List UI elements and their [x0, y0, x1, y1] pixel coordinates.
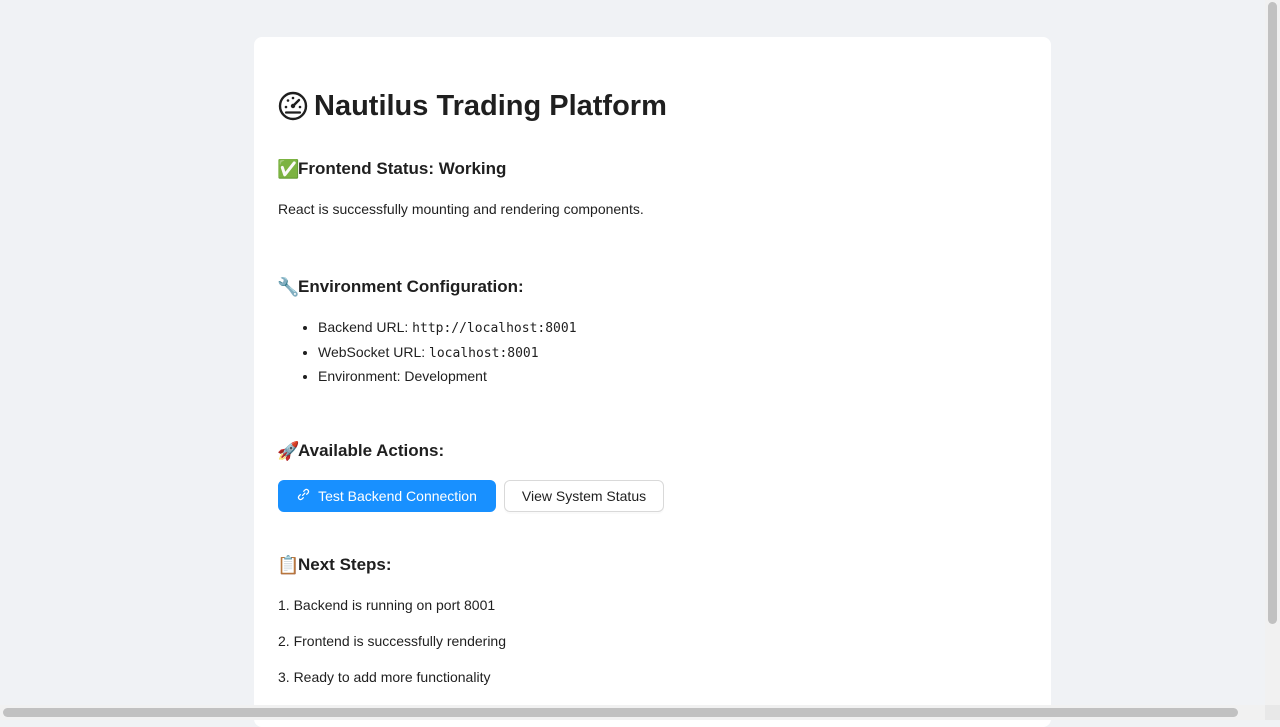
link-icon	[297, 488, 310, 504]
frontend-status-description: React is successfully mounting and rende…	[278, 201, 644, 217]
view-system-status-label: View System Status	[521, 488, 647, 504]
frontend-status-text: Frontend Status: Working	[298, 159, 507, 178]
actions-heading-text: Available Actions:	[298, 441, 445, 460]
environment-heading-text: Environment Configuration:	[298, 277, 524, 296]
env-label: WebSocket URL:	[318, 343, 430, 360]
dashboard-icon	[278, 91, 308, 121]
test-backend-connection-label: Test Backend Connection	[318, 488, 477, 504]
page-title-text: Nautilus Trading Platform	[314, 90, 667, 122]
next-steps-heading: 📋 Next Steps:	[277, 553, 392, 577]
test-backend-connection-button[interactable]: Test Backend Connection	[278, 480, 496, 512]
backend-url-value: http://localhost:8001	[412, 321, 577, 336]
next-step-item: 1. Backend is running on port 8001	[278, 597, 496, 613]
vertical-scrollbar-thumb[interactable]	[1268, 2, 1277, 624]
frontend-status-heading: ✅ Frontend Status: Working	[277, 157, 506, 181]
list-item: Backend URL: http://localhost:8001	[318, 316, 577, 341]
horizontal-scrollbar-thumb[interactable]	[3, 708, 1238, 717]
environment-heading: 🔧 Environment Configuration:	[277, 275, 524, 299]
env-label: Environment: Development	[318, 368, 487, 384]
vertical-scrollbar[interactable]	[1265, 0, 1280, 705]
env-label: Backend URL:	[318, 319, 413, 335]
check-mark-icon: ✅	[277, 159, 300, 179]
next-step-item: 3. Ready to add more functionality	[278, 669, 491, 685]
list-item: Environment: Development	[318, 365, 577, 388]
rocket-icon: 🚀	[277, 441, 300, 461]
list-item: WebSocket URL: localhost:8001	[318, 341, 577, 366]
horizontal-scrollbar[interactable]	[0, 705, 1265, 720]
next-steps-heading-text: Next Steps:	[298, 555, 392, 574]
websocket-url-value: localhost:8001	[429, 345, 539, 361]
main-card: Nautilus Trading Platform ✅ Frontend Sta…	[254, 37, 1051, 727]
view-system-status-button[interactable]: View System Status	[504, 480, 664, 512]
page-title: Nautilus Trading Platform	[278, 87, 667, 125]
clipboard-icon: 📋	[277, 555, 300, 575]
actions-heading: 🚀 Available Actions:	[277, 439, 444, 463]
wrench-icon: 🔧	[277, 277, 300, 297]
environment-list: Backend URL: http://localhost:8001 WebSo…	[278, 316, 577, 388]
next-step-item: 2. Frontend is successfully rendering	[278, 633, 506, 649]
scrollbar-corner	[1265, 705, 1280, 720]
